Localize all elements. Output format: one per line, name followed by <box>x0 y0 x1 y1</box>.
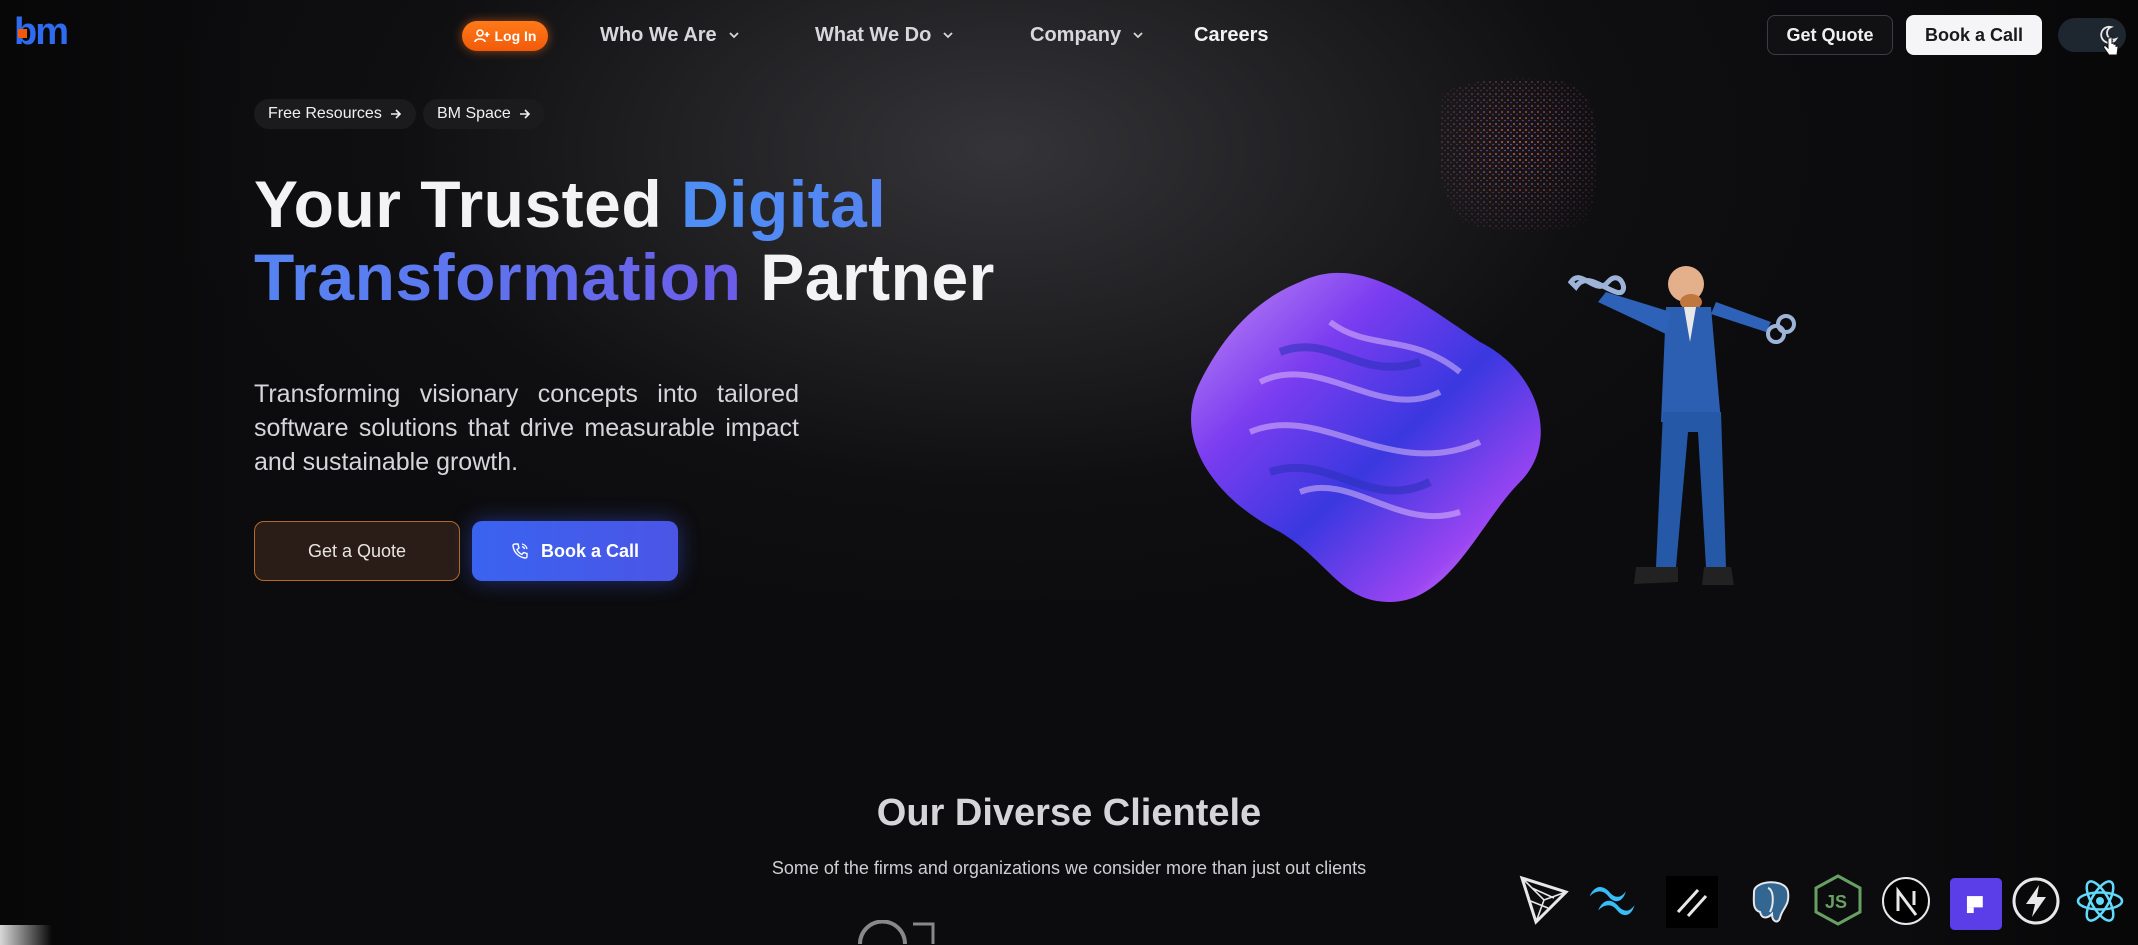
nodejs-icon: JS <box>1814 874 1862 926</box>
arrow-right-icon <box>519 109 530 119</box>
slash-icon <box>1666 876 1718 928</box>
hero-book-call-label: Book a Call <box>540 540 640 561</box>
3d-character-illustration <box>1567 266 1796 585</box>
nav-company[interactable]: Company <box>1030 22 1143 48</box>
nav-company-label: Company <box>1030 23 1122 46</box>
partial-client-logo <box>858 920 935 945</box>
hero-get-quote-label: Get a Quote <box>307 540 407 561</box>
nav-careers-label: Careers <box>1194 23 1269 46</box>
chevron-down-icon <box>729 32 739 39</box>
get-quote-button[interactable]: Get Quote <box>1767 15 1893 55</box>
hero-get-quote-button[interactable]: Get a Quote <box>254 521 460 581</box>
chevron-down-icon <box>943 32 953 39</box>
svg-text:JS: JS <box>1825 892 1847 912</box>
left-edge-artifact <box>0 925 52 945</box>
particle-cloud-image <box>1439 78 1597 232</box>
nav-what-we-do[interactable]: What We Do <box>815 22 953 48</box>
nav-what-we-do-label: What We Do <box>815 23 932 46</box>
chevron-down-icon <box>1133 32 1143 39</box>
headline-part2: Partner <box>741 240 995 314</box>
nav-careers[interactable]: Careers <box>1194 22 1269 48</box>
clientele-title: Our Diverse Clientele <box>876 792 1262 834</box>
book-call-button[interactable]: Book a Call <box>1906 15 2042 55</box>
arrow-right-icon <box>390 109 401 119</box>
headline-part1: Your Trusted <box>254 167 681 241</box>
chip-bm-space[interactable]: BM Space <box>423 99 545 129</box>
phone-icon <box>512 543 528 559</box>
login-button[interactable]: Log In <box>462 21 548 51</box>
chip-bm-space-label: BM Space <box>437 105 511 122</box>
nextjs-icon <box>1882 877 1930 925</box>
hero-book-call-button[interactable]: Book a Call <box>472 521 678 581</box>
login-label: Log In <box>494 28 537 44</box>
postgresql-icon <box>1752 881 1790 923</box>
hero-headline: Your Trusted Digital Transformation Part… <box>254 168 1014 314</box>
vite-prism-icon <box>1519 875 1569 925</box>
top-navbar: bm Log In Who We Are What We Do Company … <box>0 0 2138 70</box>
nav-who-we-are[interactable]: Who We Are <box>600 22 739 48</box>
bm-logo[interactable]: bm <box>14 14 76 54</box>
chip-free-resources[interactable]: Free Resources <box>254 99 416 129</box>
nav-who-we-are-label: Who We Are <box>600 23 717 46</box>
bolt-icon <box>2012 877 2060 925</box>
hero-subtext: Transforming visionary concepts into tai… <box>254 380 799 476</box>
tailwind-icon <box>1589 886 1635 916</box>
hand-cursor-icon <box>2103 36 2119 56</box>
chip-free-resources-label: Free Resources <box>268 105 382 122</box>
user-plus-icon <box>473 29 489 43</box>
react-icon <box>2076 880 2124 922</box>
stripe-square-icon <box>1950 878 2002 930</box>
abstract-3d-blob-image <box>1191 272 1541 602</box>
